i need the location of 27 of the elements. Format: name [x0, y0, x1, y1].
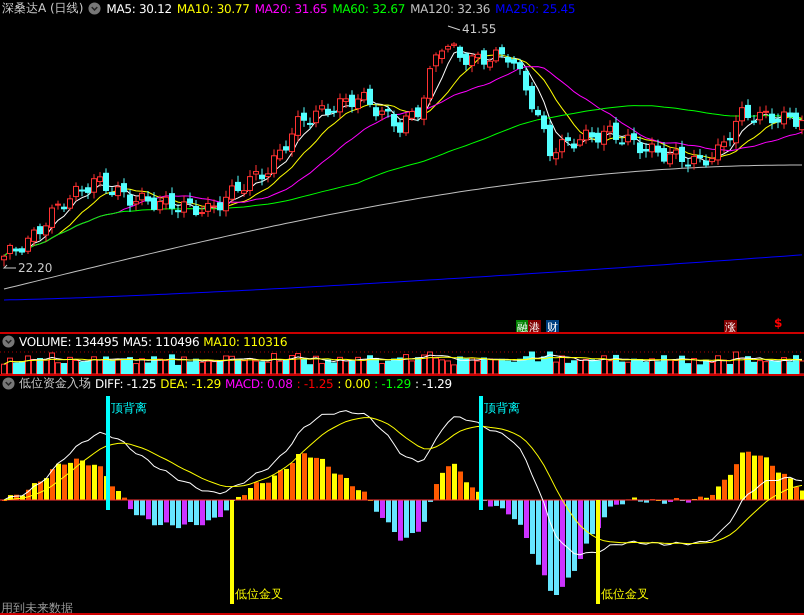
indicator-title: 低位资金入场	[19, 375, 91, 392]
event-symbol[interactable]: $	[774, 316, 782, 330]
indicator-value: MACD: 0.08	[225, 376, 293, 391]
indicator-value: DIFF: -1.25	[95, 376, 156, 391]
volume-value: MA5: 110496	[122, 334, 200, 349]
indicator-value: MA120: 32.36	[410, 2, 490, 16]
indicator-value: MA60: 32.67	[332, 2, 406, 16]
signal-label: 低位金叉	[235, 586, 283, 601]
indicator-value: : 0.00	[337, 376, 370, 391]
indicator-value: MA10: 30.77	[176, 2, 250, 16]
indicator-value: : -1.29	[414, 376, 452, 391]
signal-label: 低位金叉	[601, 586, 649, 601]
signal-label: 顶背离	[111, 400, 147, 415]
indicator-value: MA20: 31.65	[254, 2, 328, 16]
volume-value: MA10: 110316	[203, 334, 288, 349]
indicator-value: MA250: 25.45	[495, 2, 576, 16]
volume-value: VOLUME: 134495	[19, 334, 119, 349]
indicator-value: DEA: -1.29	[160, 376, 221, 391]
indicator-value: : -1.25	[296, 376, 334, 391]
indicator-value: : -1.29	[374, 376, 411, 391]
stock-title: 深桑达A (日线)	[2, 0, 84, 18]
signal-label: 顶背离	[484, 400, 520, 415]
low-price-label: 22.20	[18, 260, 52, 275]
high-price-label: 41.55	[462, 22, 496, 36]
indicator-value: MA5: 30.12	[106, 2, 172, 16]
event-tag[interactable]: 港	[528, 320, 541, 332]
event-tag[interactable]: 融	[516, 320, 529, 332]
